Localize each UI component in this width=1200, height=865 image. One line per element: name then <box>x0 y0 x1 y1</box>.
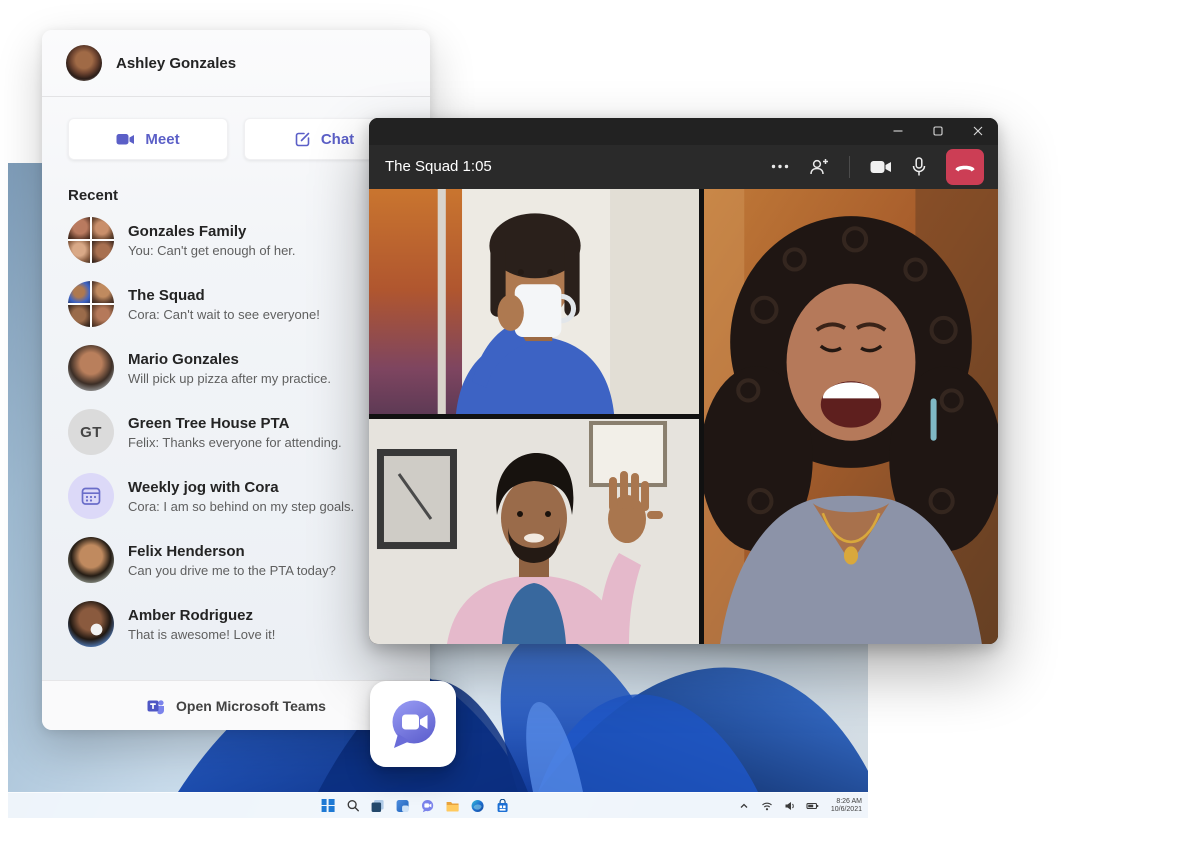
wifi-icon[interactable] <box>759 798 775 814</box>
chat-flyout-button[interactable] <box>370 681 456 767</box>
close-icon <box>973 126 983 136</box>
conversation-title: The Squad <box>128 287 320 304</box>
microphone-icon[interactable] <box>912 157 926 177</box>
compose-icon <box>294 131 311 148</box>
minimize-icon <box>893 126 903 136</box>
page-canvas: 8:26 AM 10/6/2021 Ashley Gonzales Meet C… <box>0 0 1200 865</box>
conversation-preview: Cora: I am so behind on my step goals. <box>128 499 354 514</box>
contact-avatar <box>68 345 114 391</box>
group-avatar <box>68 281 114 327</box>
file-explorer-icon[interactable] <box>445 798 461 814</box>
meet-button[interactable]: Meet <box>68 118 228 160</box>
calendar-avatar <box>68 473 114 519</box>
volume-icon[interactable] <box>782 798 798 814</box>
hangup-button[interactable] <box>946 149 984 185</box>
user-name: Ashley Gonzales <box>116 55 236 72</box>
maximize-icon <box>933 126 943 136</box>
conversation-preview: Can you drive me to the PTA today? <box>128 563 336 578</box>
teams-logo-icon <box>146 696 166 716</box>
conversation-title: Gonzales Family <box>128 223 296 240</box>
participant-tile-man-waving <box>369 419 699 644</box>
contact-avatar <box>68 537 114 583</box>
taskbar-tray: 8:26 AM 10/6/2021 <box>736 793 862 818</box>
conversation-preview: Cora: Can't wait to see everyone! <box>128 307 320 322</box>
chat-button-label: Chat <box>321 131 354 148</box>
meet-button-label: Meet <box>145 131 179 148</box>
search-icon[interactable] <box>345 798 361 814</box>
camera-icon[interactable] <box>870 159 892 175</box>
tray-chevron-up-icon[interactable] <box>736 798 752 814</box>
call-title: The Squad 1:05 <box>369 158 771 175</box>
contact-avatar <box>68 601 114 647</box>
controls-divider <box>849 156 850 178</box>
conversation-title: Weekly jog with Cora <box>128 479 354 496</box>
conversation-preview: Will pick up pizza after my practice. <box>128 371 331 386</box>
taskbar: 8:26 AM 10/6/2021 <box>8 792 868 818</box>
participant-tile-woman-with-mug <box>369 189 699 414</box>
chat-bubble-video-icon <box>385 696 441 752</box>
open-teams-label: Open Microsoft Teams <box>176 698 326 714</box>
windows-logo-icon <box>321 799 334 812</box>
task-view-icon[interactable] <box>370 798 386 814</box>
conversation-title: Green Tree House PTA <box>128 415 342 432</box>
hangup-icon <box>954 162 976 172</box>
call-window-titlebar <box>369 118 998 145</box>
battery-icon[interactable] <box>805 798 821 814</box>
add-people-icon[interactable] <box>809 158 829 176</box>
conversation-preview: That is awesome! Love it! <box>128 627 275 642</box>
video-grid <box>369 189 998 644</box>
participant-tile-woman-laughing <box>704 189 998 644</box>
widgets-icon[interactable] <box>395 798 411 814</box>
group-avatar <box>68 217 114 263</box>
video-camera-icon <box>116 132 135 147</box>
more-options-icon[interactable] <box>771 164 789 169</box>
minimize-button[interactable] <box>878 118 918 145</box>
chat-taskbar-icon[interactable] <box>420 798 436 814</box>
edge-browser-icon[interactable] <box>470 798 486 814</box>
store-icon[interactable] <box>495 798 511 814</box>
conversation-preview: You: Can't get enough of her. <box>128 243 296 258</box>
call-controls-bar: The Squad 1:05 <box>369 145 998 189</box>
conversation-title: Mario Gonzales <box>128 351 331 368</box>
conversation-title: Felix Henderson <box>128 543 336 560</box>
user-avatar <box>66 45 102 81</box>
tray-time: 8:26 AM <box>831 798 862 806</box>
video-call-window: The Squad 1:05 <box>369 118 998 644</box>
conversation-title: Amber Rodriguez <box>128 607 275 624</box>
conversation-preview: Felix: Thanks everyone for attending. <box>128 435 342 450</box>
calendar-icon <box>80 485 102 507</box>
tray-date: 10/6/2021 <box>831 806 862 814</box>
close-button[interactable] <box>958 118 998 145</box>
maximize-button[interactable] <box>918 118 958 145</box>
chat-panel-header: Ashley Gonzales <box>42 30 430 97</box>
call-controls <box>771 149 998 185</box>
initials-avatar: GT <box>68 409 114 455</box>
tray-clock[interactable]: 8:26 AM 10/6/2021 <box>828 798 862 814</box>
start-button[interactable] <box>320 798 336 814</box>
taskbar-center-icons <box>320 793 511 818</box>
